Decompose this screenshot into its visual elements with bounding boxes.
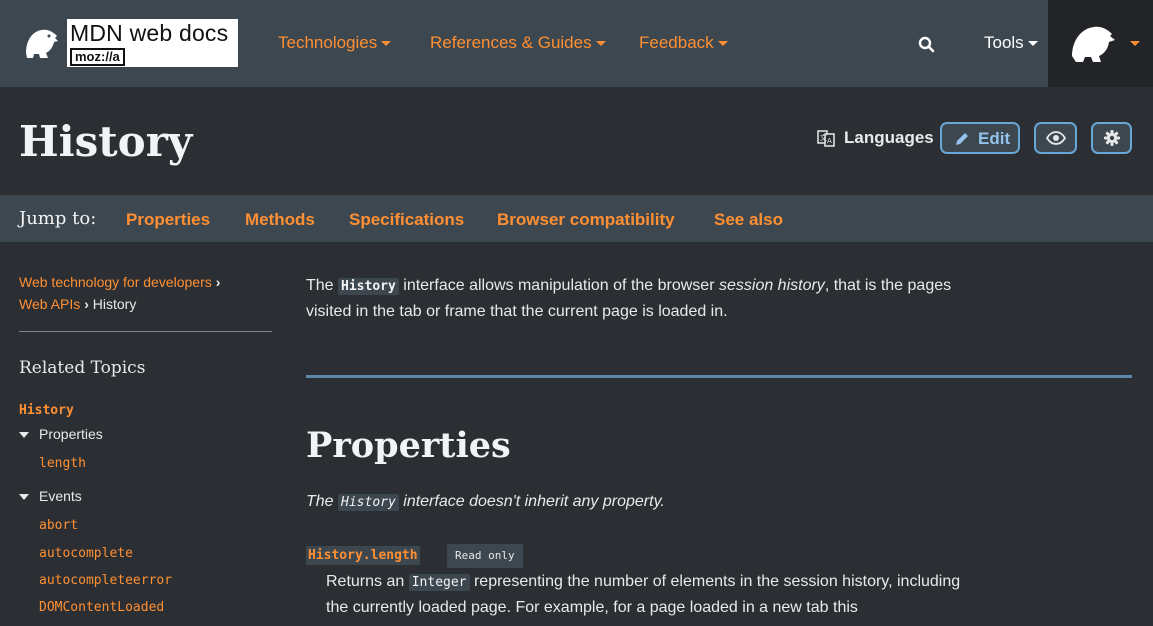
- nav-technologies[interactable]: Technologies: [278, 33, 392, 53]
- jump-link-methods[interactable]: Methods: [245, 210, 315, 230]
- logo-title: MDN web docs: [70, 20, 229, 46]
- nav-references-label: References & Guides: [430, 33, 592, 52]
- integer-code[interactable]: Integer: [408, 574, 470, 591]
- edit-label: Edit: [978, 129, 1011, 148]
- breadcrumb: Web technology for developers ›: [19, 274, 220, 290]
- sidebar-group-properties[interactable]: Properties: [19, 426, 103, 442]
- sidebar-item-length[interactable]: length: [39, 456, 86, 471]
- chevron-down-icon: [1027, 41, 1038, 47]
- nav-technologies-label: Technologies: [278, 33, 378, 52]
- sidebar-divider: [19, 331, 272, 332]
- triangle-down-icon: [19, 494, 29, 501]
- tools-label: Tools: [984, 33, 1024, 52]
- properties-heading: Properties: [306, 425, 511, 466]
- breadcrumb: Web APIs › History: [19, 296, 136, 312]
- gear-icon: [1104, 130, 1120, 146]
- sidebar-item-autocomplete[interactable]: autocomplete: [39, 546, 133, 561]
- user-menu[interactable]: [1048, 0, 1153, 87]
- breadcrumb-web-technology[interactable]: Web technology for developers: [19, 274, 212, 290]
- breadcrumb-current: History: [92, 296, 137, 312]
- user-avatar-icon: [1072, 26, 1115, 62]
- dinosaur-logo-icon: [19, 19, 67, 67]
- watch-button[interactable]: [1034, 122, 1077, 154]
- desc-text: Returns an: [326, 573, 409, 590]
- sidebar-group-label: Properties: [39, 426, 103, 442]
- svg-text:文: 文: [820, 133, 827, 142]
- section-divider: [306, 375, 1132, 378]
- inherit-note: The History interface doesn't inherit an…: [306, 493, 665, 511]
- sidebar-group-label: Events: [39, 488, 82, 504]
- sidebar-group-events[interactable]: Events: [19, 488, 82, 504]
- session-history-emphasis: session history: [718, 277, 825, 294]
- mdn-logo[interactable]: MDN web docs moz://a: [19, 19, 238, 67]
- languages-button[interactable]: Languages: [844, 128, 934, 148]
- breadcrumb-separator: ›: [84, 296, 89, 312]
- history-code: History: [338, 494, 399, 511]
- translate-icon: 文 A: [817, 129, 835, 151]
- nav-feedback[interactable]: Feedback: [639, 33, 728, 53]
- search-icon[interactable]: [918, 36, 935, 57]
- chevron-down-icon: [1130, 41, 1140, 46]
- svg-text:A: A: [827, 137, 832, 145]
- sidebar-item-autocompleteerror[interactable]: autocompleteerror: [39, 573, 172, 588]
- history-length-link[interactable]: History.length: [306, 546, 420, 565]
- history-code-link[interactable]: History: [338, 278, 399, 295]
- jump-link-specifications[interactable]: Specifications: [349, 210, 464, 230]
- jump-link-browser-compatibility[interactable]: Browser compatibility: [497, 210, 675, 230]
- mozilla-wordmark: moz://a: [70, 48, 125, 66]
- chevron-down-icon: [381, 41, 392, 47]
- edit-button[interactable]: Edit: [940, 122, 1020, 154]
- jump-link-see-also[interactable]: See also: [714, 210, 783, 230]
- nav-references-guides[interactable]: References & Guides: [430, 33, 606, 53]
- breadcrumb-web-apis[interactable]: Web APIs: [19, 296, 80, 312]
- chevron-down-icon: [595, 41, 606, 47]
- eye-icon: [1046, 131, 1066, 145]
- related-topics-heading: Related Topics: [19, 358, 146, 378]
- page-title: History: [19, 117, 193, 166]
- intro-text: The: [306, 277, 339, 294]
- breadcrumb-separator: ›: [215, 274, 221, 290]
- chevron-down-icon: [717, 41, 728, 47]
- nav-feedback-label: Feedback: [639, 33, 714, 52]
- settings-button[interactable]: [1091, 122, 1132, 154]
- intro-paragraph: The History interface allows manipulatio…: [306, 273, 966, 324]
- sidebar-item-domcontentloaded[interactable]: DOMContentLoaded: [39, 600, 164, 615]
- intro-text: interface allows manipulation of the bro…: [398, 277, 719, 294]
- inherit-text: interface doesn't inherit any property.: [398, 493, 665, 510]
- history-length-description: Returns an Integer representing the numb…: [326, 569, 966, 620]
- jump-to-label: Jump to:: [19, 208, 97, 229]
- sidebar-topic-history[interactable]: History: [19, 403, 74, 418]
- read-only-badge: Read only: [447, 544, 523, 568]
- pencil-icon: [956, 133, 968, 145]
- tools-menu[interactable]: Tools: [984, 33, 1038, 53]
- inherit-text: The: [306, 493, 339, 510]
- sidebar-item-abort[interactable]: abort: [39, 518, 78, 533]
- jump-link-properties[interactable]: Properties: [126, 210, 210, 230]
- triangle-down-icon: [19, 432, 29, 439]
